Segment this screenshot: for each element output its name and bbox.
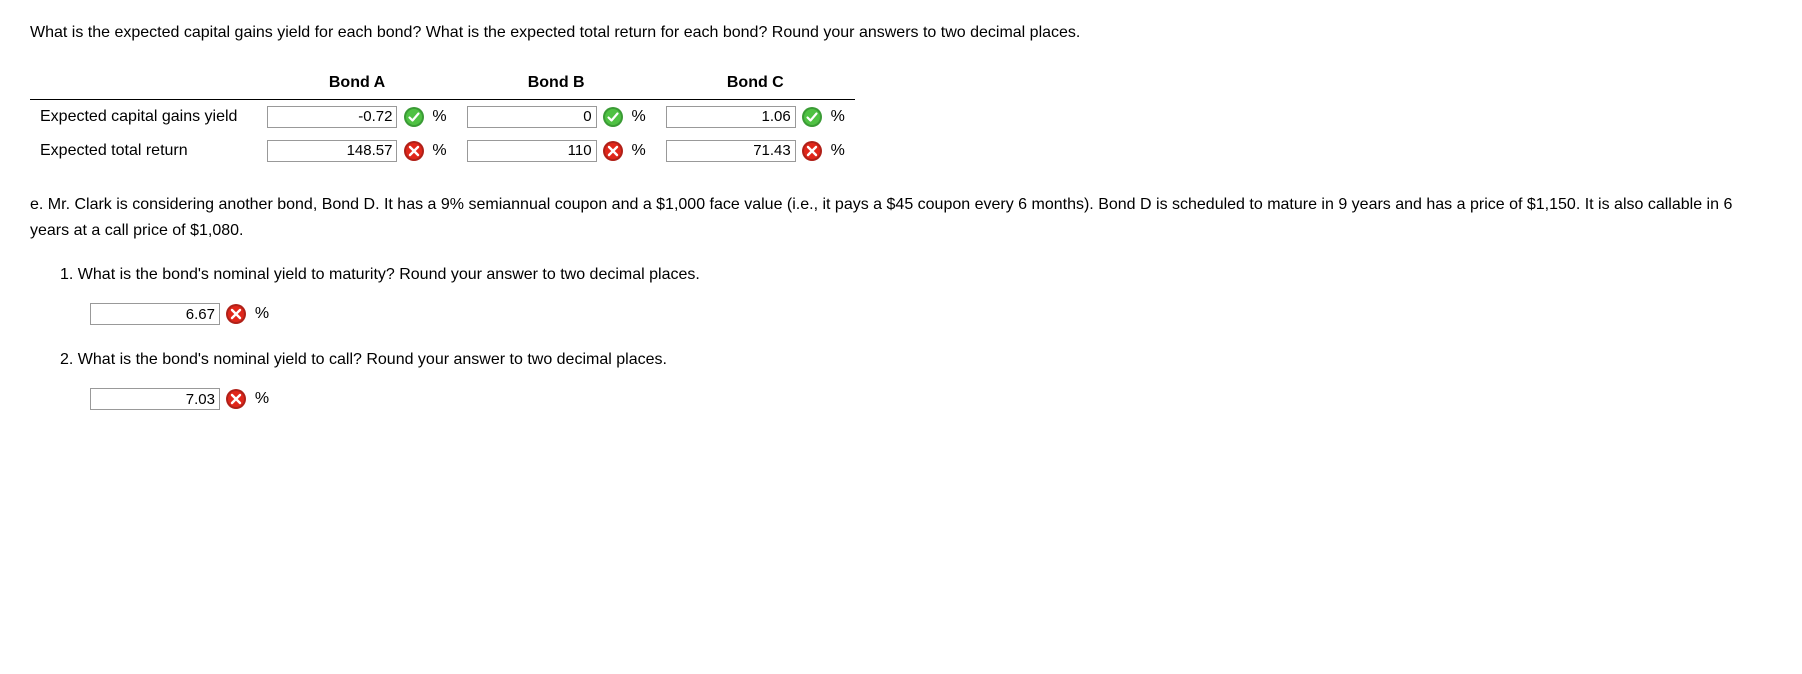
unit-label: % xyxy=(432,108,446,125)
unit-label: % xyxy=(632,108,646,125)
row-label-etr: Expected total return xyxy=(30,134,257,168)
input-ytc[interactable] xyxy=(90,388,220,410)
cross-icon xyxy=(802,141,822,161)
subq-2-text: What is the bond's nominal yield to call… xyxy=(78,351,667,368)
check-icon xyxy=(603,107,623,127)
subq-2: 2. What is the bond's nominal yield to c… xyxy=(30,347,1772,412)
bond-table: Bond A Bond B Bond C Expected capital ga… xyxy=(30,66,855,168)
check-icon xyxy=(802,107,822,127)
subq-1-num: 1. xyxy=(60,266,73,283)
cross-icon xyxy=(226,389,246,409)
unit-label: % xyxy=(255,390,269,407)
col-header-bond-c: Bond C xyxy=(656,66,855,100)
input-ytm[interactable] xyxy=(90,303,220,325)
input-cgy-a[interactable] xyxy=(267,106,397,128)
table-row: Expected total return % % % xyxy=(30,134,855,168)
table-row: Expected capital gains yield % % % xyxy=(30,100,855,134)
check-icon xyxy=(404,107,424,127)
unit-label: % xyxy=(632,142,646,159)
cross-icon xyxy=(226,304,246,324)
unit-label: % xyxy=(831,108,845,125)
unit-label: % xyxy=(255,305,269,322)
col-header-empty xyxy=(30,66,257,100)
subq-1-text: What is the bond's nominal yield to matu… xyxy=(78,266,700,283)
cross-icon xyxy=(404,141,424,161)
subq-2-num: 2. xyxy=(60,351,73,368)
input-cgy-b[interactable] xyxy=(467,106,597,128)
part-e: e. Mr. Clark is considering another bond… xyxy=(30,192,1772,412)
cross-icon xyxy=(603,141,623,161)
input-etr-a[interactable] xyxy=(267,140,397,162)
col-header-bond-a: Bond A xyxy=(257,66,456,100)
input-etr-b[interactable] xyxy=(467,140,597,162)
input-cgy-c[interactable] xyxy=(666,106,796,128)
unit-label: % xyxy=(432,142,446,159)
row-label-cgy: Expected capital gains yield xyxy=(30,100,257,134)
part-e-body: Mr. Clark is considering another bond, B… xyxy=(30,196,1732,239)
subq-1: 1. What is the bond's nominal yield to m… xyxy=(30,262,1772,327)
part-e-label: e. xyxy=(30,196,43,213)
col-header-bond-b: Bond B xyxy=(457,66,656,100)
question-intro: What is the expected capital gains yield… xyxy=(30,20,1772,46)
unit-label: % xyxy=(831,142,845,159)
input-etr-c[interactable] xyxy=(666,140,796,162)
